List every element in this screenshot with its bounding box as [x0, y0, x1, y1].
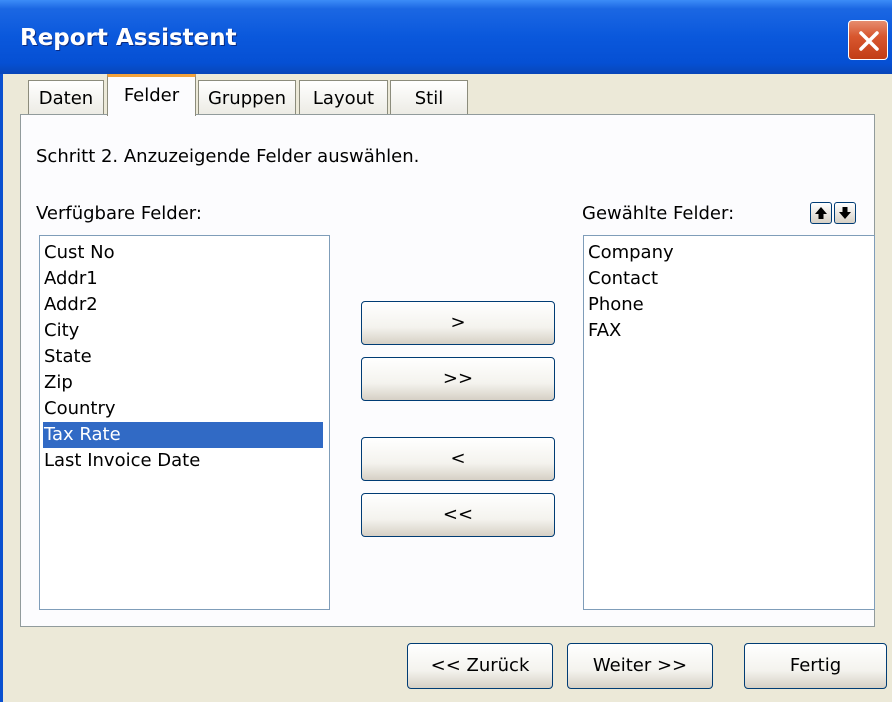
tab-gruppen[interactable]: Gruppen	[198, 80, 296, 115]
back-button[interactable]: << Zurück	[407, 643, 553, 689]
title-bar[interactable]: Report Assistent	[0, 0, 892, 74]
close-icon	[859, 31, 879, 51]
available-fields-label: Verfügbare Felder:	[36, 203, 202, 224]
selected-fields-list[interactable]: Company Contact Phone FAX	[583, 235, 875, 610]
add-field-button[interactable]: >	[361, 301, 555, 345]
tab-panel: Schritt 2. Anzuzeigende Felder auswählen…	[20, 114, 875, 627]
arrow-up-icon	[815, 207, 827, 219]
next-button[interactable]: Weiter >>	[567, 643, 713, 689]
list-item[interactable]: Last Invoice Date	[43, 448, 200, 474]
arrow-down-icon	[839, 207, 851, 219]
list-item[interactable]: Country	[43, 396, 116, 422]
remove-all-fields-button[interactable]: <<	[361, 493, 555, 537]
move-up-button[interactable]	[810, 202, 832, 224]
list-item[interactable]: City	[43, 318, 79, 344]
list-item[interactable]: Contact	[587, 266, 658, 292]
window-title: Report Assistent	[20, 25, 237, 51]
list-item[interactable]: Addr2	[43, 292, 98, 318]
available-fields-list[interactable]: Cust No Addr1 Addr2 City State Zip Count…	[39, 235, 330, 610]
list-item-selected[interactable]: Tax Rate	[43, 422, 323, 448]
tab-label: Layout	[312, 88, 375, 109]
selected-fields-label: Gewählte Felder:	[582, 203, 735, 224]
tab-label: Stil	[414, 88, 444, 109]
tab-felder[interactable]: Felder	[107, 74, 196, 116]
move-down-button[interactable]	[834, 202, 856, 224]
tab-label: Felder	[123, 85, 180, 106]
tab-label: Gruppen	[207, 88, 287, 109]
tab-layout[interactable]: Layout	[299, 80, 388, 115]
tab-label: Daten	[38, 88, 94, 109]
tab-stil[interactable]: Stil	[390, 80, 468, 115]
list-item[interactable]: Company	[587, 240, 674, 266]
list-item[interactable]: Addr1	[43, 266, 98, 292]
finish-button[interactable]: Fertig	[744, 643, 887, 689]
list-item[interactable]: Cust No	[43, 240, 115, 266]
list-item[interactable]: FAX	[587, 318, 621, 344]
list-item[interactable]: Phone	[587, 292, 644, 318]
list-item[interactable]: State	[43, 344, 92, 370]
remove-field-button[interactable]: <	[361, 437, 555, 481]
list-item[interactable]: Zip	[43, 370, 73, 396]
step-instruction: Schritt 2. Anzuzeigende Felder auswählen…	[36, 146, 420, 167]
close-button[interactable]	[848, 20, 888, 60]
tab-daten[interactable]: Daten	[28, 80, 104, 115]
add-all-fields-button[interactable]: >>	[361, 357, 555, 401]
